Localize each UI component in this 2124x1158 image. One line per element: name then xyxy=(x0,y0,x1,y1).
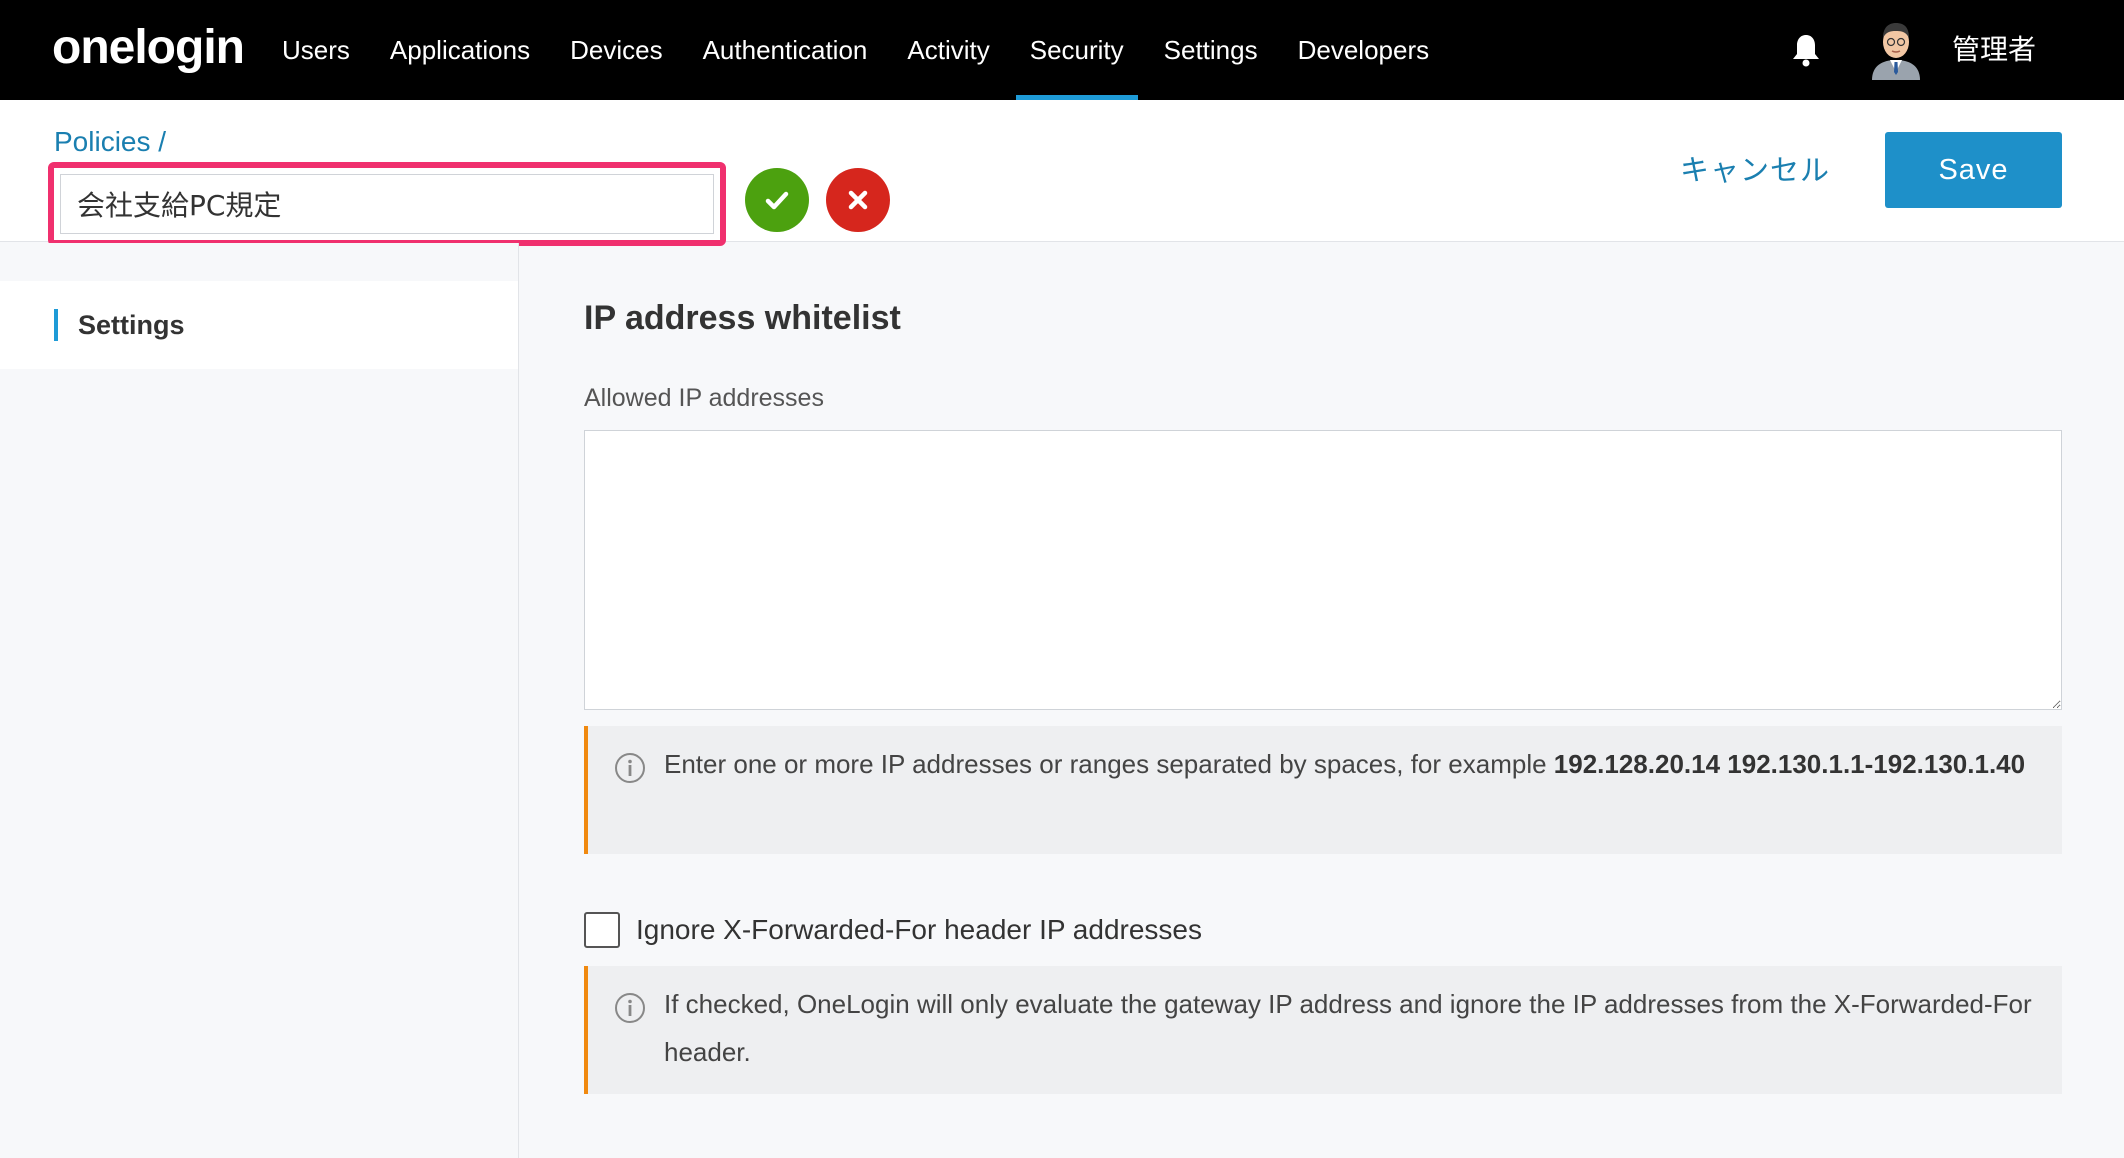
nav-item-users[interactable]: Users xyxy=(262,0,370,100)
sidebar-item-settings[interactable]: Settings xyxy=(0,281,518,369)
section-title: IP address whitelist xyxy=(584,299,901,337)
nav-item-developers[interactable]: Developers xyxy=(1278,0,1450,100)
nav-item-activity[interactable]: Activity xyxy=(887,0,1009,100)
active-indicator xyxy=(54,309,58,341)
allowed-ip-label: Allowed IP addresses xyxy=(584,384,824,412)
cancel-name-button[interactable] xyxy=(826,168,890,232)
nav-item-devices[interactable]: Devices xyxy=(550,0,682,100)
top-nav-bar: onelogin Users Applications Devices Auth… xyxy=(0,0,2124,100)
policy-name-input[interactable] xyxy=(60,174,714,234)
user-name[interactable]: 管理者 xyxy=(1952,30,2036,70)
sidebar: Settings xyxy=(0,243,519,1158)
ignore-xff-label[interactable]: Ignore X-Forwarded-For header IP address… xyxy=(636,910,1202,950)
save-button[interactable]: Save xyxy=(1885,132,2062,208)
check-icon xyxy=(765,191,789,210)
cancel-link[interactable]: キャンセル xyxy=(1680,150,1830,190)
breadcrumb-policies[interactable]: Policies / xyxy=(54,124,166,160)
ip-help-example: 192.128.20.14 192.130.1.1-192.130.1.40 xyxy=(1553,749,2026,779)
nav-item-applications[interactable]: Applications xyxy=(370,0,550,100)
nav-item-security[interactable]: Security xyxy=(1010,0,1144,100)
ignore-xff-checkbox[interactable] xyxy=(584,912,620,948)
ip-help-box: Enter one or more IP addresses or ranges… xyxy=(584,726,2062,854)
xff-help-text: If checked, OneLogin will only evaluate … xyxy=(664,989,2032,1067)
ip-help-text: Enter one or more IP addresses or ranges… xyxy=(664,740,2032,788)
ip-help-desc: Enter one or more IP addresses or ranges… xyxy=(664,749,1554,779)
main-nav: Users Applications Devices Authenticatio… xyxy=(262,0,1449,100)
confirm-name-button[interactable] xyxy=(745,168,809,232)
onelogin-logo[interactable]: onelogin xyxy=(52,20,245,76)
allowed-ip-textarea[interactable] xyxy=(584,430,2062,710)
nav-item-authentication[interactable]: Authentication xyxy=(683,0,888,100)
close-icon xyxy=(848,190,868,210)
sidebar-item-label: Settings xyxy=(78,310,185,340)
xff-help-box: If checked, OneLogin will only evaluate … xyxy=(584,966,2062,1094)
info-icon xyxy=(614,752,646,784)
policy-header: Policies / キャンセル Save xyxy=(0,100,2124,246)
info-icon xyxy=(614,992,646,1024)
avatar[interactable] xyxy=(1866,16,1926,80)
bell-icon[interactable] xyxy=(1790,32,1822,68)
policy-name-highlight xyxy=(48,162,726,246)
nav-item-settings[interactable]: Settings xyxy=(1144,0,1278,100)
